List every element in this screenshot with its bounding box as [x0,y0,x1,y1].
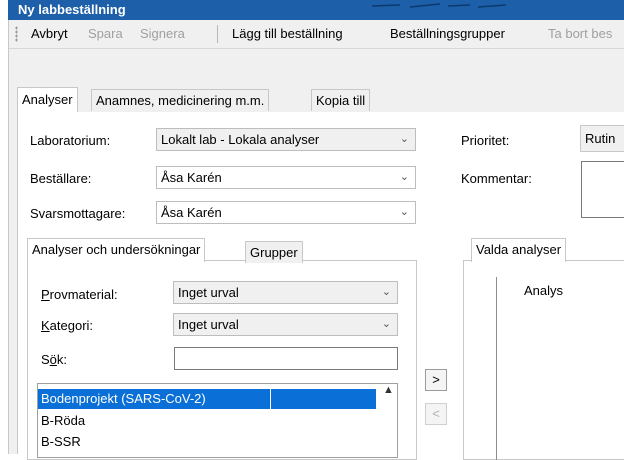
scroll-up-arrow-icon[interactable]: ▲ [380,384,397,404]
priority-label: Prioritet: [461,133,510,148]
window-left-edge [0,0,9,454]
priority-value: Rutin [585,131,616,146]
toolbar-grip[interactable] [15,26,18,42]
laboratory-select[interactable]: Lokalt lab - Lokala analyser ⌄ [156,128,416,151]
search-input[interactable] [174,347,398,370]
comment-textarea[interactable] [581,161,624,218]
category-label: Kategori: [41,318,94,333]
laboratory-label: Laboratorium: [30,133,111,148]
order-groups-button[interactable]: Beställningsgrupper [390,26,505,41]
tab-anamnes[interactable]: Anamnes, medicinering m.m. [91,89,270,111]
chevron-down-icon: ⌄ [399,133,409,145]
tab-selected-analyses[interactable]: Valda analyser [471,238,567,262]
remove-order-button[interactable]: Ta bort bes [548,26,612,41]
add-analysis-button[interactable]: > [425,369,447,391]
recipient-select[interactable]: Åsa Karén ⌄ [156,201,416,224]
specimen-value: Inget urval [178,285,239,300]
tab-analyses-and-exams[interactable]: Analyser och undersökningar [27,238,206,262]
list-item[interactable]: Bodenprojekt (SARS-CoV-2) [38,389,376,409]
orderer-select[interactable]: Åsa Karén ⌄ [156,166,416,189]
remove-analysis-button[interactable]: < [425,403,447,425]
analysis-column-header: Analys [524,283,564,298]
specimen-label: Provmaterial: [41,287,118,302]
save-button[interactable]: Spara [88,26,123,41]
toolbar: Avbryt Spara Signera Lägg till beställni… [9,20,624,49]
window-title: Ny labbeställning [18,2,126,17]
laboratory-value: Lokalt lab - Lokala analyser [161,132,320,147]
toolbar-separator [217,25,218,43]
cancel-button[interactable]: Avbryt [31,26,68,41]
list-item[interactable]: B-Röda [38,411,85,431]
tab-analyser[interactable]: Analyser [17,87,78,112]
orderer-value: Åsa Karén [161,170,222,185]
orderer-label: Beställare: [30,171,92,186]
chevron-down-icon: ⌄ [399,206,409,218]
tab-kopia-till[interactable]: Kopia till [311,89,371,111]
list-item[interactable]: B-SSR [38,432,81,452]
chevron-down-icon: ⌄ [381,286,391,298]
search-label: Sök: [41,352,68,367]
category-value: Inget urval [178,317,239,332]
priority-select[interactable]: Rutin [580,125,624,152]
comment-label: Kommentar: [461,171,532,186]
add-order-button[interactable]: Lägg till beställning [232,26,343,41]
chevron-down-icon: ⌄ [381,318,391,330]
category-select[interactable]: Inget urval ⌄ [173,313,398,336]
sign-button[interactable]: Signera [140,26,185,41]
title-bar-artifact [371,3,507,8]
recipient-value: Åsa Karén [161,205,222,220]
title-bar: Ny labbeställning [8,0,624,20]
analyses-list[interactable]: Bodenprojekt (SARS-CoV-2) B-Röda B-SSR ▲ [37,383,398,458]
recipient-label: Svarsmottagare: [30,206,126,221]
tree-guide-line [496,277,497,460]
tab-groups[interactable]: Grupper [245,241,303,263]
specimen-select[interactable]: Inget urval ⌄ [173,281,398,304]
chevron-down-icon: ⌄ [399,171,409,183]
